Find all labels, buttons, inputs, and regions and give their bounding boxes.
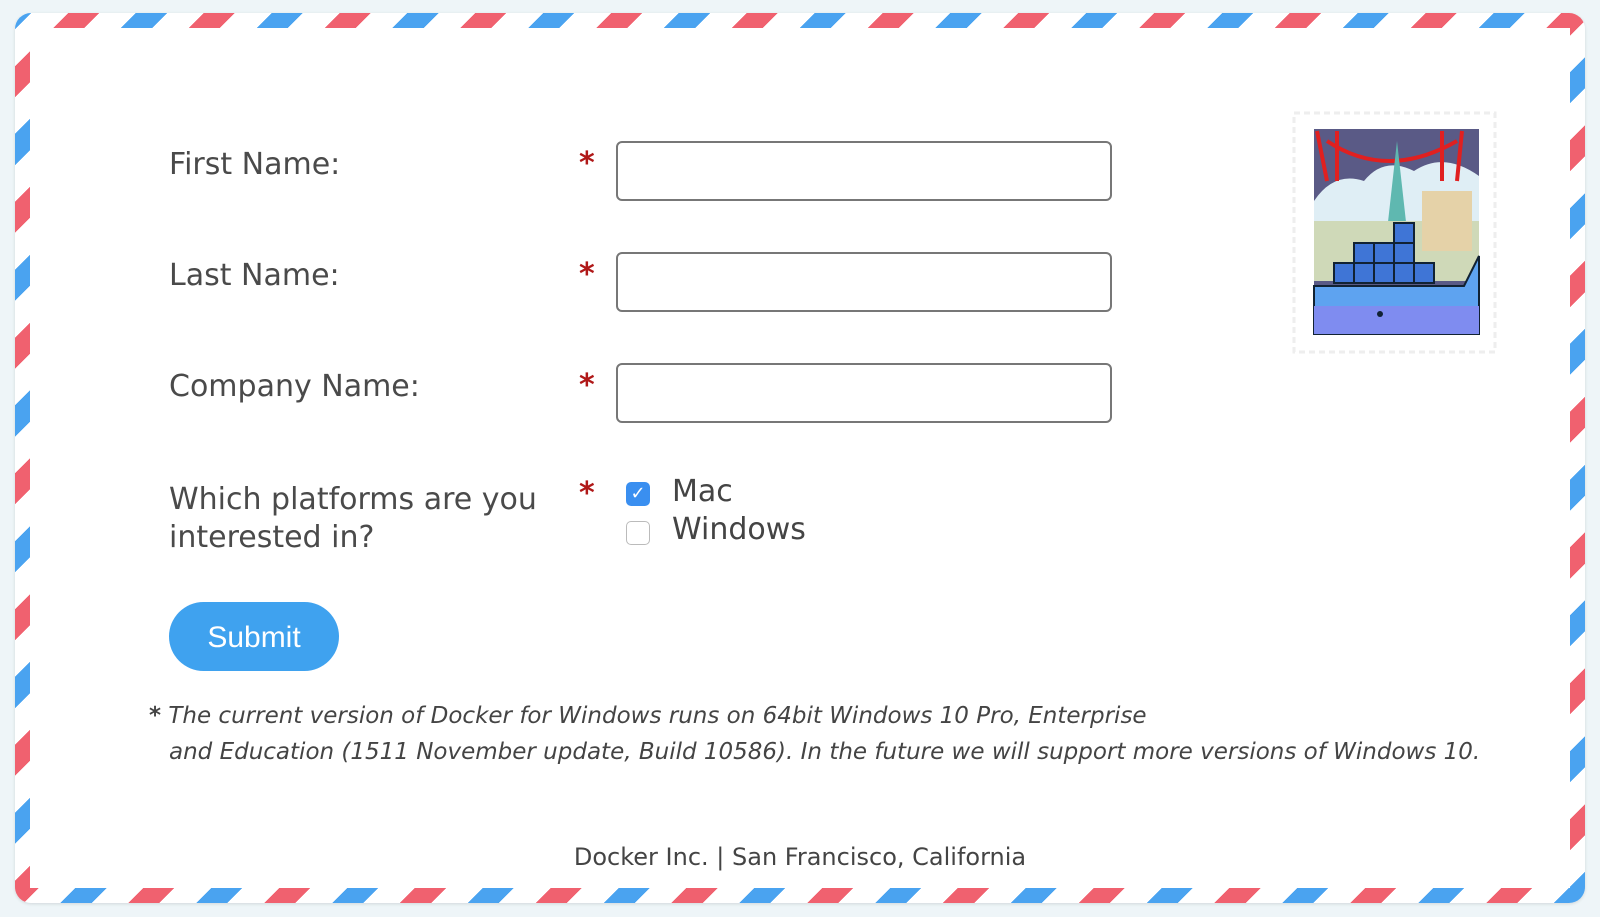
required-mark: * (579, 257, 595, 292)
company-name-input[interactable] (616, 363, 1112, 423)
footnote-text1: The current version of Docker for Window… (168, 703, 1147, 729)
footnote-line1: * The current version of Docker for Wind… (149, 703, 1147, 729)
platforms-label-line2: interested in? (169, 520, 375, 555)
footer: Docker Inc. | San Francisco, California (573, 843, 1027, 871)
first-name-label: First Name: (169, 147, 341, 182)
required-mark: * (579, 368, 595, 403)
footnote-line2: and Education (1511 November update, Bui… (169, 739, 1481, 765)
last-name-input[interactable] (616, 252, 1112, 312)
mac-label[interactable]: Mac (672, 474, 733, 510)
windows-label[interactable]: Windows (672, 512, 806, 548)
required-mark: * (579, 146, 595, 181)
airmail-envelope-border: First Name: * Last Name: * Company Name:… (15, 13, 1585, 903)
first-name-input[interactable] (616, 141, 1112, 201)
mac-checkbox[interactable]: ✓ (626, 482, 650, 506)
submit-button[interactable]: Submit (169, 602, 339, 671)
footnote-mark: * (149, 703, 162, 729)
platforms-label: Which platforms are you interested in? (169, 481, 537, 557)
required-mark: * (579, 476, 595, 511)
last-name-label: Last Name: (169, 258, 340, 293)
form-card: First Name: * Last Name: * Company Name:… (30, 28, 1570, 888)
windows-checkbox[interactable] (626, 521, 650, 545)
checkmark-icon: ✓ (630, 483, 646, 504)
docker-stamp-icon (1292, 111, 1497, 354)
platforms-label-line1: Which platforms are you (169, 482, 537, 517)
company-name-label: Company Name: (169, 369, 420, 404)
